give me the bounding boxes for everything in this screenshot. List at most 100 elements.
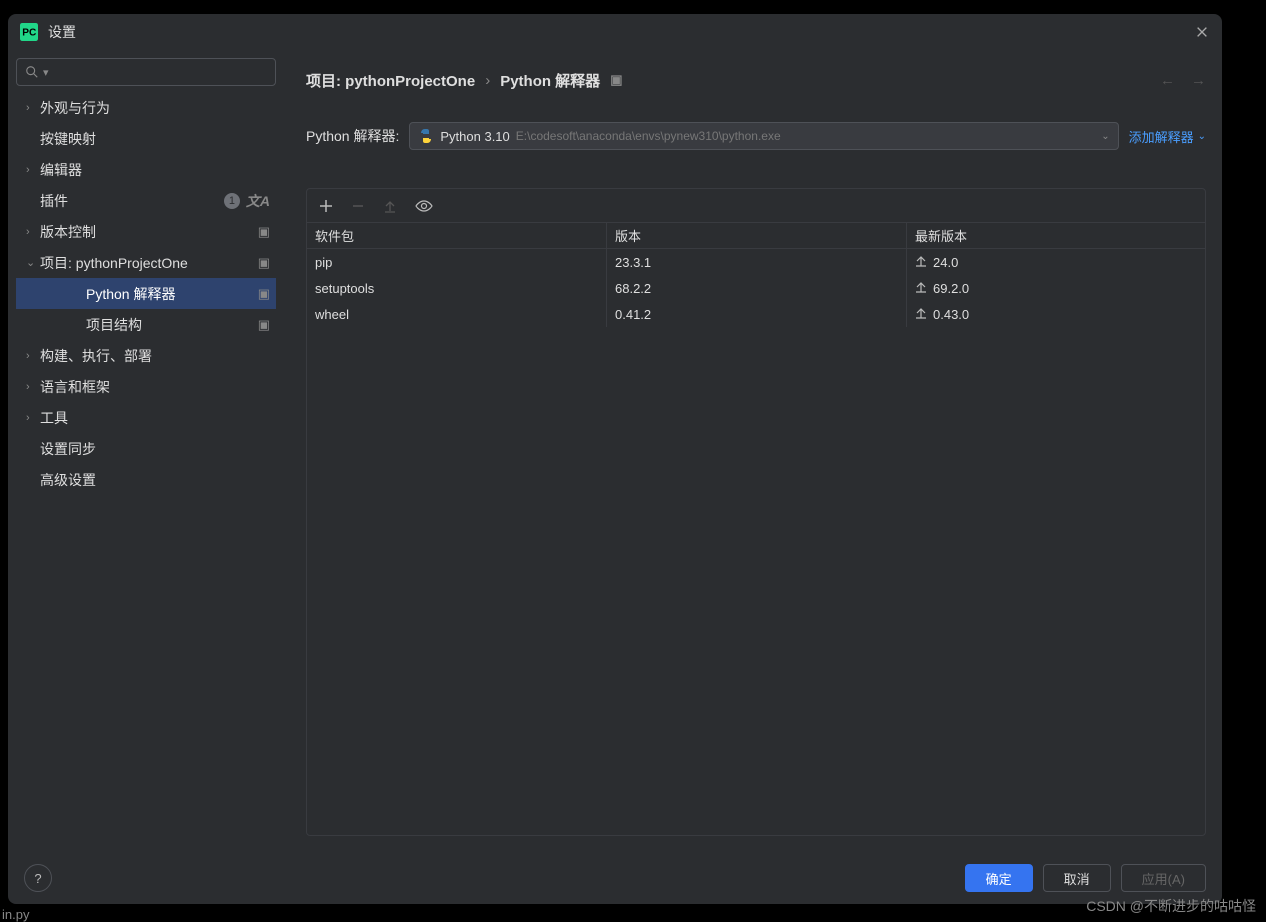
cube-icon: ▣ bbox=[610, 72, 622, 88]
col-header-version[interactable]: 版本 bbox=[607, 223, 907, 248]
package-version: 68.2.2 bbox=[607, 275, 907, 301]
add-interpreter-link[interactable]: 添加解释器 ⌄ bbox=[1129, 127, 1206, 146]
chevron-icon: ⌄ bbox=[26, 256, 40, 269]
sidebar-item[interactable]: 高级设置 bbox=[16, 464, 276, 495]
sidebar-item-label: Python 解释器 bbox=[86, 284, 258, 304]
nav-back-icon[interactable]: ← bbox=[1160, 72, 1175, 89]
packages-body: pip23.3.124.0setuptools68.2.269.2.0wheel… bbox=[307, 249, 1205, 327]
upgrade-available-icon bbox=[915, 281, 927, 296]
package-row[interactable]: setuptools68.2.269.2.0 bbox=[307, 275, 1205, 301]
sidebar-item-label: 编辑器 bbox=[40, 160, 270, 180]
col-header-name[interactable]: 软件包 bbox=[307, 223, 607, 248]
sidebar-item-label: 设置同步 bbox=[40, 439, 270, 459]
close-icon[interactable] bbox=[1194, 24, 1210, 40]
cube-icon: ▣ bbox=[258, 255, 270, 271]
upgrade-available-icon bbox=[915, 255, 927, 270]
apply-button[interactable]: 应用(A) bbox=[1121, 864, 1206, 892]
package-row[interactable]: wheel0.41.20.43.0 bbox=[307, 301, 1205, 327]
cube-icon: ▣ bbox=[258, 286, 270, 302]
main-panel: 项目: pythonProjectOne › Python 解释器 ▣ ← → … bbox=[284, 50, 1222, 852]
sidebar-item-label: 工具 bbox=[40, 408, 270, 428]
chevron-icon: › bbox=[26, 381, 40, 393]
package-version: 23.3.1 bbox=[607, 249, 907, 275]
svg-text:PC: PC bbox=[22, 27, 37, 38]
sidebar-item[interactable]: ›工具 bbox=[16, 402, 276, 433]
cube-icon: ▣ bbox=[258, 224, 270, 240]
interpreter-path: E:\codesoft\anaconda\envs\pynew310\pytho… bbox=[516, 129, 781, 143]
count-badge: 1 bbox=[224, 193, 240, 209]
sidebar-item-label: 按键映射 bbox=[40, 129, 270, 149]
interpreter-combo[interactable]: Python 3.10 E:\codesoft\anaconda\envs\py… bbox=[409, 122, 1118, 150]
interpreter-row: Python 解释器: Python 3.10 E:\codesoft\anac… bbox=[306, 122, 1206, 150]
sidebar-item[interactable]: ›编辑器 bbox=[16, 154, 276, 185]
dialog-title: 设置 bbox=[48, 22, 76, 42]
interpreter-name: Python 3.10 bbox=[440, 129, 509, 144]
add-package-icon[interactable] bbox=[319, 199, 333, 213]
package-name: setuptools bbox=[307, 275, 607, 301]
chevron-icon: › bbox=[26, 412, 40, 424]
sidebar-item-label: 高级设置 bbox=[40, 470, 270, 490]
remove-package-icon bbox=[351, 199, 365, 213]
packages-toolbar bbox=[307, 189, 1205, 223]
titlebar: PC 设置 bbox=[8, 14, 1222, 50]
cancel-button[interactable]: 取消 bbox=[1043, 864, 1111, 892]
sidebar-item[interactable]: Python 解释器▣ bbox=[16, 278, 276, 309]
package-latest: 24.0 bbox=[907, 249, 1205, 275]
package-version: 0.41.2 bbox=[607, 301, 907, 327]
sidebar-item-label: 项目结构 bbox=[86, 315, 258, 335]
sidebar-item[interactable]: ›构建、执行、部署 bbox=[16, 340, 276, 371]
settings-dialog: PC 设置 ▾ ›外观与行为按键映射›编辑器插件1文A›版本控制▣⌄项目: py… bbox=[8, 14, 1222, 904]
chevron-down-icon: ⌄ bbox=[1198, 131, 1206, 142]
settings-tree: ›外观与行为按键映射›编辑器插件1文A›版本控制▣⌄项目: pythonProj… bbox=[16, 92, 276, 844]
search-cursor: ▾ bbox=[43, 66, 49, 79]
sidebar-item-label: 外观与行为 bbox=[40, 98, 270, 118]
package-row[interactable]: pip23.3.124.0 bbox=[307, 249, 1205, 275]
breadcrumb-part2: Python 解释器 bbox=[500, 70, 600, 91]
upgrade-package-icon bbox=[383, 199, 397, 213]
search-input[interactable]: ▾ bbox=[16, 58, 276, 86]
statusbar-text: in.py bbox=[2, 907, 29, 922]
ok-button[interactable]: 确定 bbox=[965, 864, 1033, 892]
watermark: CSDN @不断进步的咕咕怪 bbox=[1086, 896, 1256, 916]
dialog-footer: ? 确定 取消 应用(A) bbox=[8, 852, 1222, 904]
sidebar-item-label: 语言和框架 bbox=[40, 377, 270, 397]
sidebar-item[interactable]: 项目结构▣ bbox=[16, 309, 276, 340]
sidebar-item[interactable]: ›语言和框架 bbox=[16, 371, 276, 402]
pycharm-logo-icon: PC bbox=[20, 23, 38, 41]
sidebar-item[interactable]: 插件1 文A bbox=[16, 185, 276, 216]
python-icon bbox=[418, 128, 434, 144]
packages-panel: 软件包 版本 最新版本 pip23.3.124.0setuptools68.2.… bbox=[306, 188, 1206, 836]
package-latest: 0.43.0 bbox=[907, 301, 1205, 327]
sidebar-item[interactable]: 按键映射 bbox=[16, 123, 276, 154]
col-header-latest[interactable]: 最新版本 bbox=[907, 223, 1205, 248]
search-icon bbox=[25, 65, 39, 79]
chevron-icon: › bbox=[26, 164, 40, 176]
sidebar-item-label: 构建、执行、部署 bbox=[40, 346, 270, 366]
sidebar-item[interactable]: ›外观与行为 bbox=[16, 92, 276, 123]
interpreter-label: Python 解释器: bbox=[306, 126, 399, 146]
breadcrumb-sep: › bbox=[485, 72, 490, 89]
sidebar-item-label: 版本控制 bbox=[40, 222, 258, 242]
chevron-icon: › bbox=[26, 350, 40, 362]
dialog-body: ▾ ›外观与行为按键映射›编辑器插件1文A›版本控制▣⌄项目: pythonPr… bbox=[8, 50, 1222, 852]
eye-icon[interactable] bbox=[415, 199, 433, 213]
breadcrumb: 项目: pythonProjectOne › Python 解释器 ▣ ← → bbox=[306, 66, 1206, 94]
sidebar-item[interactable]: ›版本控制▣ bbox=[16, 216, 276, 247]
breadcrumb-nav: ← → bbox=[1160, 72, 1206, 89]
sidebar: ▾ ›外观与行为按键映射›编辑器插件1文A›版本控制▣⌄项目: pythonPr… bbox=[8, 50, 284, 852]
nav-forward-icon[interactable]: → bbox=[1191, 72, 1206, 89]
sidebar-item[interactable]: ⌄项目: pythonProjectOne▣ bbox=[16, 247, 276, 278]
help-button[interactable]: ? bbox=[24, 864, 52, 892]
sidebar-item-label: 项目: pythonProjectOne bbox=[40, 253, 258, 273]
package-name: pip bbox=[307, 249, 607, 275]
packages-header: 软件包 版本 最新版本 bbox=[307, 223, 1205, 249]
breadcrumb-part1: 项目: pythonProjectOne bbox=[306, 70, 475, 91]
package-name: wheel bbox=[307, 301, 607, 327]
chevron-icon: › bbox=[26, 226, 40, 238]
language-icon: 文A bbox=[246, 191, 270, 211]
sidebar-item[interactable]: 设置同步 bbox=[16, 433, 276, 464]
chevron-icon: › bbox=[26, 102, 40, 114]
sidebar-item-label: 插件 bbox=[40, 191, 224, 211]
cube-icon: ▣ bbox=[258, 317, 270, 333]
package-latest: 69.2.0 bbox=[907, 275, 1205, 301]
